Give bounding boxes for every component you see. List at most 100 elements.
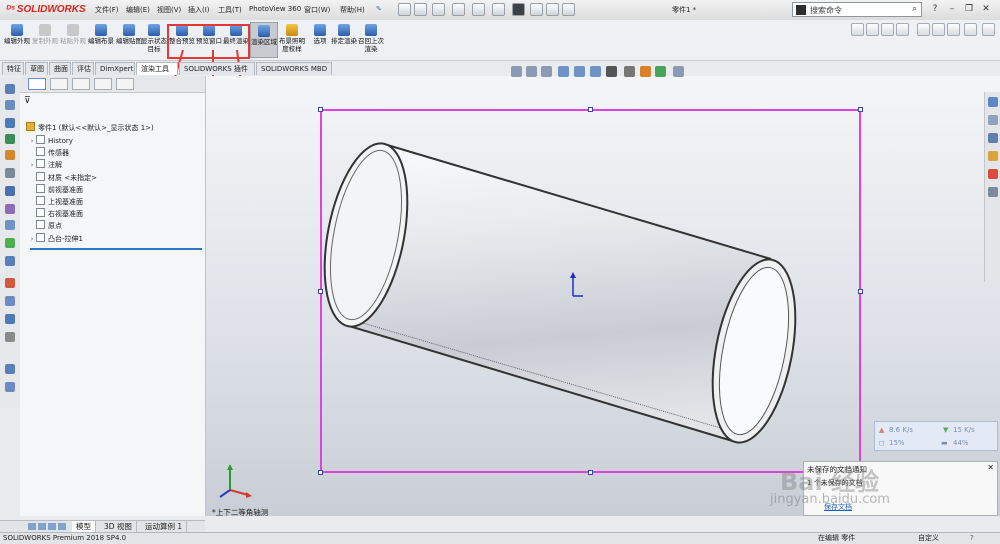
left-tool-icon-10[interactable] (5, 256, 15, 266)
tree-item[interactable]: › 注解 (28, 159, 62, 170)
resize-handle[interactable] (318, 470, 323, 475)
print-icon[interactable] (472, 3, 485, 16)
tab-4[interactable]: DimXpert (95, 62, 135, 75)
right-toolbar-icon-7[interactable] (947, 23, 960, 36)
tab-6[interactable]: SOLIDWORKS 插件 (179, 62, 255, 75)
resize-handle[interactable] (858, 289, 863, 294)
left-tool-icon-16[interactable] (5, 382, 15, 392)
tab-1[interactable]: 草图 (25, 62, 48, 75)
left-tool-icon-0[interactable] (5, 84, 15, 94)
dimxpert-tab-icon[interactable] (94, 78, 112, 90)
resize-handle[interactable] (318, 289, 323, 294)
restore-button[interactable]: ❐ (962, 2, 976, 16)
paste-appearance-button[interactable]: 粘贴外观 (59, 22, 87, 58)
menu-tools[interactable]: 工具(T) (218, 5, 242, 15)
tab-2[interactable]: 曲面 (49, 62, 71, 75)
rollback-bar[interactable] (30, 248, 202, 250)
left-tool-icon-11[interactable] (5, 278, 15, 288)
left-tool-icon-13[interactable] (5, 314, 15, 324)
right-toolbar-icon-5[interactable] (917, 23, 930, 36)
right-toolbar-icon-3[interactable] (881, 23, 894, 36)
left-tool-icon-3[interactable] (5, 134, 15, 144)
feature-tree-tab-icon[interactable] (28, 78, 46, 90)
right-toolbar-icon-9[interactable] (982, 23, 995, 36)
scene-illumination-proof-button[interactable]: 布景照明度校样 (278, 22, 306, 58)
status-help-icon[interactable]: ? (970, 533, 974, 544)
search-box[interactable]: 搜索命令 ⌕ (792, 2, 922, 17)
left-tool-icon-6[interactable] (5, 186, 15, 196)
home-icon[interactable] (398, 3, 411, 16)
left-tool-icon-2[interactable] (5, 118, 15, 128)
right-toolbar-icon-6[interactable] (932, 23, 945, 36)
prev-tab-icon[interactable] (38, 523, 46, 530)
left-tool-icon-4[interactable] (5, 150, 15, 160)
copy-appearance-button[interactable]: 复制外观 (31, 22, 59, 58)
menu-edit[interactable]: 编辑(E) (126, 5, 150, 15)
expand-icon[interactable]: › (28, 136, 36, 147)
tab-motion-study[interactable]: 运动算例 1 (141, 521, 188, 532)
edit-decal-button[interactable]: 编辑贴图 (115, 22, 143, 58)
resize-handle[interactable] (318, 107, 323, 112)
file-properties-icon[interactable] (546, 3, 559, 16)
next-tab-icon[interactable] (48, 523, 56, 530)
help-icon[interactable]: ? (928, 2, 942, 16)
pin-icon[interactable]: ✎ (376, 5, 382, 13)
resources-pane-icon[interactable] (988, 115, 998, 125)
minimize-button[interactable]: – (945, 2, 959, 16)
tab-0[interactable]: 特征 (2, 62, 24, 75)
resize-handle[interactable] (588, 107, 593, 112)
open-file-icon[interactable] (432, 3, 445, 16)
configuration-manager-tab-icon[interactable] (72, 78, 90, 90)
edit-appearance-button[interactable]: 编辑外观 (3, 22, 31, 58)
menu-view[interactable]: 视图(V) (157, 5, 181, 15)
tree-item[interactable]: 上视基准面 (28, 196, 83, 207)
schedule-render-button[interactable]: 排定渲染 (330, 22, 358, 58)
tab-3[interactable]: 评估 (72, 62, 94, 75)
custom-properties-icon[interactable] (988, 187, 998, 197)
search-type-icon[interactable] (796, 5, 806, 15)
right-toolbar-icon-1[interactable] (851, 23, 864, 36)
recall-last-render-button[interactable]: 召回上次渲染 (357, 22, 385, 58)
close-button[interactable]: ✕ (979, 2, 993, 16)
tree-item[interactable]: 材质 <未指定> (28, 171, 97, 183)
tab-3d-view[interactable]: 3D 视图 (100, 521, 137, 532)
menu-help[interactable]: 帮助(H) (340, 5, 365, 15)
left-tool-icon-12[interactable] (5, 296, 15, 306)
search-icon[interactable]: ⌕ (912, 4, 917, 14)
close-icon[interactable]: ✕ (987, 463, 994, 472)
tree-item[interactable]: 传感器 (28, 147, 69, 158)
left-tool-icon-8[interactable] (5, 220, 15, 230)
menu-photoview[interactable]: PhotoView 360 (249, 5, 301, 13)
tab-model[interactable]: 模型 (72, 521, 96, 532)
units-selector[interactable]: 自定义 (918, 533, 939, 544)
left-tool-icon-15[interactable] (5, 364, 15, 374)
render-region-frame[interactable] (318, 107, 863, 475)
tree-item[interactable]: 前视基准面 (28, 183, 83, 195)
left-tool-icon-1[interactable] (5, 100, 15, 110)
left-tool-icon-5[interactable] (5, 168, 15, 178)
new-file-icon[interactable] (414, 3, 427, 16)
tab-7[interactable]: SOLIDWORKS MBD (256, 62, 332, 75)
appearances-pane-icon[interactable] (988, 169, 998, 179)
menu-file[interactable]: 文件(F) (95, 5, 119, 15)
right-toolbar-icon-8[interactable] (964, 23, 977, 36)
edit-scene-button[interactable]: 编辑布景 (87, 22, 115, 58)
left-tool-icon-7[interactable] (5, 204, 15, 214)
property-manager-tab-icon[interactable] (50, 78, 68, 90)
tree-item[interactable]: 右视基准面 (28, 208, 83, 219)
left-tool-icon-9[interactable] (5, 238, 15, 248)
right-toolbar-icon-2[interactable] (866, 23, 879, 36)
resize-handle[interactable] (858, 107, 863, 112)
resize-handle[interactable] (588, 470, 593, 475)
filter-icon[interactable]: ⊽ (24, 96, 38, 108)
file-explorer-icon[interactable] (988, 151, 998, 161)
right-toolbar-icon-4[interactable] (896, 23, 909, 36)
menu-insert[interactable]: 插入(I) (188, 5, 210, 15)
options-icon[interactable] (562, 3, 575, 16)
expand-icon[interactable]: › (28, 160, 36, 171)
tree-item[interactable]: › History (28, 135, 73, 146)
tree-item[interactable]: 原点 (28, 220, 62, 231)
tree-item[interactable]: › 凸台-拉伸1 (28, 232, 83, 244)
home-pane-icon[interactable] (988, 97, 998, 107)
left-tool-icon-14[interactable] (5, 332, 15, 342)
